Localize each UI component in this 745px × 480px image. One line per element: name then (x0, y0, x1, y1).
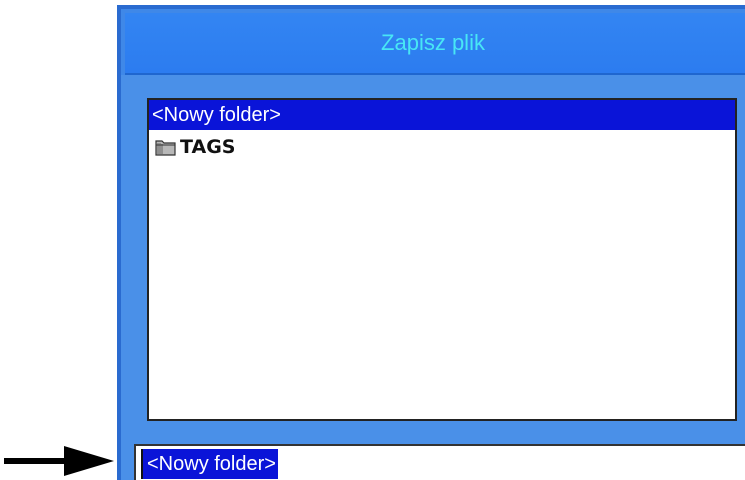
file-list[interactable]: <Nowy folder> TAGS (147, 98, 737, 421)
save-file-dialog: Zapisz plik <Nowy folder> TAGS <Nowy fol… (117, 5, 745, 480)
arrow-right-icon (4, 446, 114, 476)
dialog-title: Zapisz plik (381, 30, 485, 55)
file-name-input[interactable]: <Nowy folder> (134, 444, 745, 480)
list-item-label: TAGS (180, 136, 236, 158)
dialog-titlebar: Zapisz plik (125, 13, 745, 75)
dialog-body: <Nowy folder> TAGS <Nowy folder> (121, 75, 745, 480)
file-name-value: <Nowy folder> (141, 449, 278, 479)
list-item-label: <Nowy folder> (152, 103, 281, 126)
list-item-tags[interactable]: TAGS (149, 132, 735, 162)
screen: Zapisz plik <Nowy folder> TAGS <Nowy fol… (0, 0, 745, 480)
folder-icon (155, 140, 176, 156)
list-item-new-folder[interactable]: <Nowy folder> (149, 100, 735, 130)
